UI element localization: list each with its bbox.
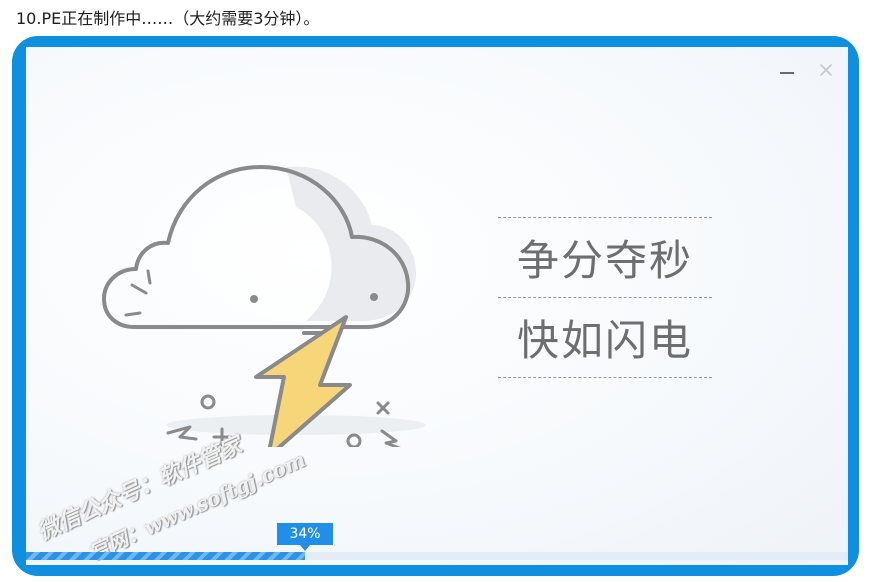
minimize-button[interactable] — [778, 61, 796, 79]
step-caption: 10.PE正在制作中……（大约需要3分钟）。 — [16, 9, 320, 28]
close-icon — [820, 64, 832, 76]
slogan: 争分夺秒 快如闪电 — [498, 217, 712, 378]
close-button[interactable] — [817, 61, 835, 79]
slogan-line-1: 争分夺秒 — [498, 217, 712, 297]
progress-bar — [26, 552, 848, 560]
cloud-lightning-icon — [102, 165, 426, 447]
pe-progress-window: 争分夺秒 快如闪电 微信公众号：软件管家 官网：www.softgj.com 3… — [26, 47, 848, 565]
minimize-icon — [780, 72, 794, 74]
progress-bar-fill — [26, 552, 305, 560]
progress-percent-badge: 34% — [277, 523, 333, 551]
slogan-line-2: 快如闪电 — [498, 297, 712, 378]
